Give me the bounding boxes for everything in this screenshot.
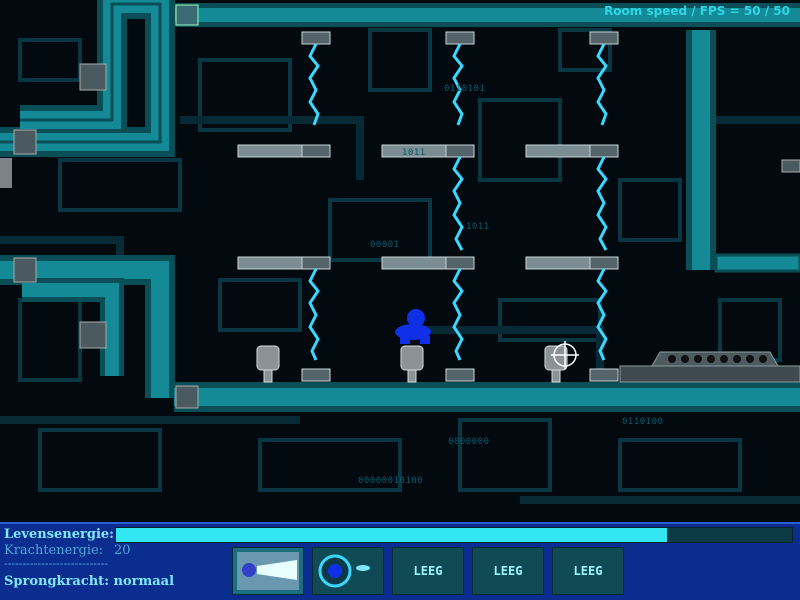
binary-text: 00001 <box>370 240 400 250</box>
weapon-slot-laser[interactable] <box>232 547 304 595</box>
upper-left-pipe <box>0 0 175 188</box>
lower-left-pipe <box>0 255 175 398</box>
binary-text: 1011 <box>466 222 490 232</box>
fps-readout: Room speed / FPS = 50 / 50 <box>604 4 790 18</box>
weapon-slot-empty[interactable]: LEEG <box>552 547 624 595</box>
weapon-slot-shield[interactable] <box>312 547 384 595</box>
life-energy-fill <box>116 528 667 542</box>
hud-separator: ---------------------------- <box>4 557 109 570</box>
jump-power-label: Sprongkracht: normaal <box>4 574 175 589</box>
binary-text: 0000000 <box>448 437 490 447</box>
binary-text: 0110100 <box>622 417 664 427</box>
hud-panel: Levensenergie: Krachtenergie: 20 -------… <box>0 522 800 600</box>
player-character <box>395 309 431 344</box>
weapon-slot-empty[interactable]: LEEG <box>472 547 544 595</box>
metal-ledges <box>237 144 591 270</box>
life-energy-label: Levensenergie: <box>4 527 114 542</box>
power-energy-label: Krachtenergie: <box>4 543 104 558</box>
binary-text: 0110101 <box>444 84 486 94</box>
laser-beam-icon <box>237 552 299 590</box>
binary-text: 00000010100 <box>358 476 424 486</box>
shield-orb-icon <box>318 554 370 588</box>
level-scene: Room speed / FPS = 50 / 50 0110101 00001… <box>0 0 800 522</box>
weapon-slot-empty[interactable]: LEEG <box>392 547 464 595</box>
level-geometry <box>0 0 800 412</box>
power-energy-value: 20 <box>114 543 131 558</box>
right-vertical-pipe <box>686 30 800 273</box>
binary-text: 1011 <box>402 148 426 158</box>
game-window: Room speed / FPS = 50 / 50 0110101 00001… <box>0 0 800 600</box>
life-energy-bar <box>115 527 793 543</box>
